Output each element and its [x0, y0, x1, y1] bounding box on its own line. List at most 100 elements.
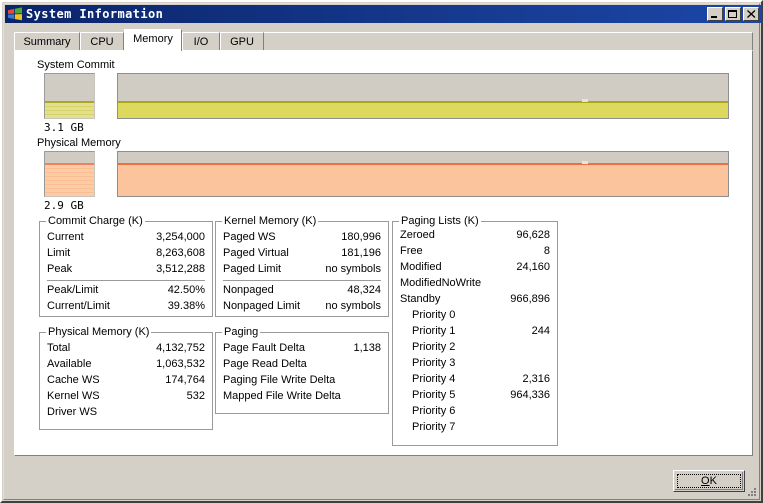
- paging-lists-row-standby: Standby 966,896: [400, 292, 550, 307]
- tab-memory-label: Memory: [133, 33, 173, 45]
- row-label: Page Read Delta: [223, 358, 307, 370]
- row-label: Page Fault Delta: [223, 342, 305, 354]
- system-commit-gauge: [44, 73, 95, 119]
- row-value: 39.38%: [167, 300, 205, 312]
- physical-memory-row-kernel-ws: Kernel WS 532: [47, 389, 205, 404]
- row-value: 1,138: [353, 342, 381, 354]
- row-label: Modified: [400, 261, 442, 273]
- tab-gpu-label: GPU: [230, 35, 254, 48]
- row-label: Available: [47, 358, 92, 370]
- system-commit-gauge-fill: [45, 100, 94, 118]
- tab-summary[interactable]: Summary: [14, 32, 80, 50]
- row-label: Priority 5: [412, 389, 456, 401]
- system-commit-gauge-caption: 3.1 GB: [44, 121, 84, 134]
- window-title: System Information: [26, 7, 164, 21]
- commit-charge-title: Commit Charge (K): [46, 215, 145, 227]
- row-value: no symbols: [325, 263, 381, 275]
- row-label: Peak: [47, 263, 73, 275]
- commit-charge-row-current-limit: Current/Limit 39.38%: [47, 299, 205, 314]
- row-label: Kernel WS: [47, 390, 100, 402]
- row-label: Limit: [47, 247, 71, 259]
- row-value: 3,512,288: [156, 263, 205, 275]
- kernel-memory-group: Kernel Memory (K) Paged WS 180,996 Paged…: [215, 215, 389, 317]
- row-label: Priority 6: [412, 405, 456, 417]
- commit-charge-row-peak-limit: Peak/Limit 42.50%: [47, 283, 205, 298]
- ok-button-label: OK: [701, 475, 717, 487]
- row-label: Paging File Write Delta: [223, 374, 336, 386]
- paging-lists-row-priority-3: Priority 3: [400, 356, 550, 371]
- maximize-button[interactable]: [725, 7, 741, 21]
- physical-memory-gauge-fill: [45, 163, 94, 196]
- commit-charge-group: Commit Charge (K) Current 3,254,000 Limi…: [39, 215, 213, 317]
- tab-summary-label: Summary: [23, 35, 71, 48]
- row-label: Nonpaged: [223, 284, 274, 296]
- row-value: no symbols: [325, 300, 381, 312]
- system-commit-history-fill: [118, 100, 728, 118]
- row-label: Paged WS: [223, 231, 276, 243]
- row-label: Cache WS: [47, 374, 100, 386]
- row-value: 180,996: [341, 231, 381, 243]
- kernel-memory-row-nonpaged-limit: Nonpaged Limit no symbols: [223, 299, 381, 314]
- tab-cpu-label: CPU: [90, 35, 114, 48]
- row-value: 966,896: [510, 293, 550, 305]
- system-information-window: System Information Summary CPU Memory I/…: [0, 0, 763, 503]
- title-bar[interactable]: System Information: [5, 5, 762, 23]
- row-label: Mapped File Write Delta: [223, 390, 341, 402]
- paging-lists-row-modifiednowrite: ModifiedNoWrite: [400, 276, 550, 291]
- tab-cpu[interactable]: CPU: [80, 32, 124, 50]
- tab-memory[interactable]: Memory: [124, 29, 182, 51]
- row-value: 2,316: [522, 373, 550, 385]
- windows-flag-icon: [7, 7, 23, 21]
- ok-button[interactable]: OK: [673, 470, 745, 492]
- physical-memory-group: Physical Memory (K) Total 4,132,752 Avai…: [39, 326, 213, 430]
- physical-memory-panel-title: Physical Memory (K): [46, 326, 152, 338]
- paging-row-mapped-file-write-delta: Mapped File Write Delta: [223, 389, 381, 404]
- tab-strip[interactable]: Summary CPU Memory I/O GPU: [14, 29, 753, 51]
- row-value: 24,160: [516, 261, 550, 273]
- row-value: 48,324: [347, 284, 381, 296]
- row-label: Priority 3: [412, 357, 456, 369]
- row-value: 181,196: [341, 247, 381, 259]
- row-label: Priority 2: [412, 341, 456, 353]
- row-value: 964,336: [510, 389, 550, 401]
- paging-title: Paging: [222, 326, 261, 338]
- row-label: Nonpaged Limit: [223, 300, 301, 312]
- row-label: Priority 1: [412, 325, 456, 337]
- row-label: Peak/Limit: [47, 284, 99, 296]
- tab-gpu[interactable]: GPU: [220, 32, 264, 50]
- row-value: 3,254,000: [156, 231, 205, 243]
- kernel-memory-row-paged-limit: Paged Limit no symbols: [223, 262, 381, 277]
- paging-lists-row-modified: Modified 24,160: [400, 260, 550, 275]
- paging-lists-row-priority-5: Priority 5 964,336: [400, 388, 550, 403]
- paging-lists-row-free: Free 8: [400, 244, 550, 259]
- row-value: 42.50%: [167, 284, 205, 296]
- resize-grip[interactable]: [746, 486, 758, 498]
- minimize-button[interactable]: [707, 7, 723, 21]
- paging-lists-row-zeroed: Zeroed 96,628: [400, 228, 550, 243]
- paging-row-page-fault-delta: Page Fault Delta 1,138: [223, 341, 381, 356]
- row-value: 8,263,608: [156, 247, 205, 259]
- physical-memory-row-available: Available 1,063,532: [47, 357, 205, 372]
- physical-memory-history-graph: [117, 151, 729, 197]
- row-value: 244: [531, 325, 550, 337]
- tab-strip-filler: [264, 32, 753, 50]
- row-label: ModifiedNoWrite: [400, 277, 482, 289]
- close-button[interactable]: [743, 7, 759, 21]
- physical-memory-row-cache-ws: Cache WS 174,764: [47, 373, 205, 388]
- physical-memory-label: Physical Memory: [37, 137, 121, 149]
- row-label: Total: [47, 342, 71, 354]
- paging-lists-row-priority-1: Priority 1 244: [400, 324, 550, 339]
- physical-memory-history-fill: [118, 163, 728, 196]
- paging-lists-row-priority-4: Priority 4 2,316: [400, 372, 550, 387]
- commit-charge-row-peak: Peak 3,512,288: [47, 262, 205, 277]
- tab-io[interactable]: I/O: [182, 32, 220, 50]
- commit-charge-row-limit: Limit 8,263,608: [47, 246, 205, 261]
- row-label: Current/Limit: [47, 300, 110, 312]
- row-label: Priority 7: [412, 421, 456, 433]
- paging-lists-row-priority-7: Priority 7: [400, 420, 550, 435]
- paging-lists-row-priority-2: Priority 2: [400, 340, 550, 355]
- physical-memory-row-total: Total 4,132,752: [47, 341, 205, 356]
- physical-memory-row-driver-ws: Driver WS: [47, 405, 205, 420]
- tab-io-label: I/O: [193, 35, 209, 48]
- row-label: Priority 4: [412, 373, 456, 385]
